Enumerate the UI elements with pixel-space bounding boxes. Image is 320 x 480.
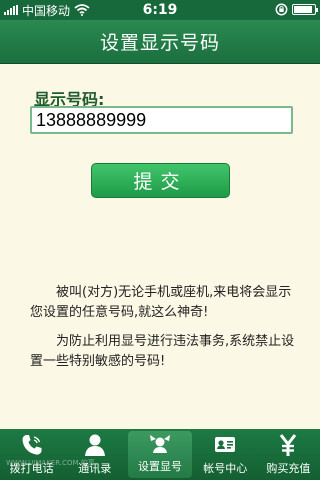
set-display-icon [147,430,173,456]
nav-bar: 设置显示号码 [0,20,320,64]
display-number-input[interactable] [30,106,293,134]
description-paragraph-1: 被叫(对方)无论手机或座机,来电将会显示您设置的任意号码,就这么神奇! [30,285,292,320]
phone-icon [19,432,45,458]
status-bar: 中国移动 6:19 [0,0,320,20]
battery-icon [292,4,318,15]
tab-account[interactable]: 帐号中心 [194,429,257,480]
orientation-lock-icon [275,3,288,16]
tab-recharge[interactable]: 购买充值 [257,429,320,480]
tab-set-display-label: 设置显号 [138,460,182,473]
description-paragraph-2: 为防止利用显号进行违法事务,系统禁止设置一些特别敏感的号码! [30,334,295,369]
tab-recharge-label: 购买充值 [266,462,311,475]
contacts-icon [82,432,108,458]
tab-contacts[interactable]: 通讯录 [63,429,126,480]
watermark: WWW.UIMAKER.COM 的享 [6,459,95,467]
account-card-icon [212,432,238,458]
tab-call[interactable]: 拨打电话 [0,429,63,480]
tab-account-label: 帐号中心 [203,462,248,475]
status-right [275,3,318,16]
tab-set-display[interactable]: 设置显号 [128,430,192,478]
submit-button[interactable]: 提交 [91,163,230,198]
tab-bar: 拨打电话 通讯录 设置显号 帐号中心 购买充值 WWW.UIMAKER.COM … [0,429,320,480]
yen-icon [275,432,301,458]
page-title: 设置显示号码 [99,32,220,54]
status-time: 6:19 [142,2,178,18]
